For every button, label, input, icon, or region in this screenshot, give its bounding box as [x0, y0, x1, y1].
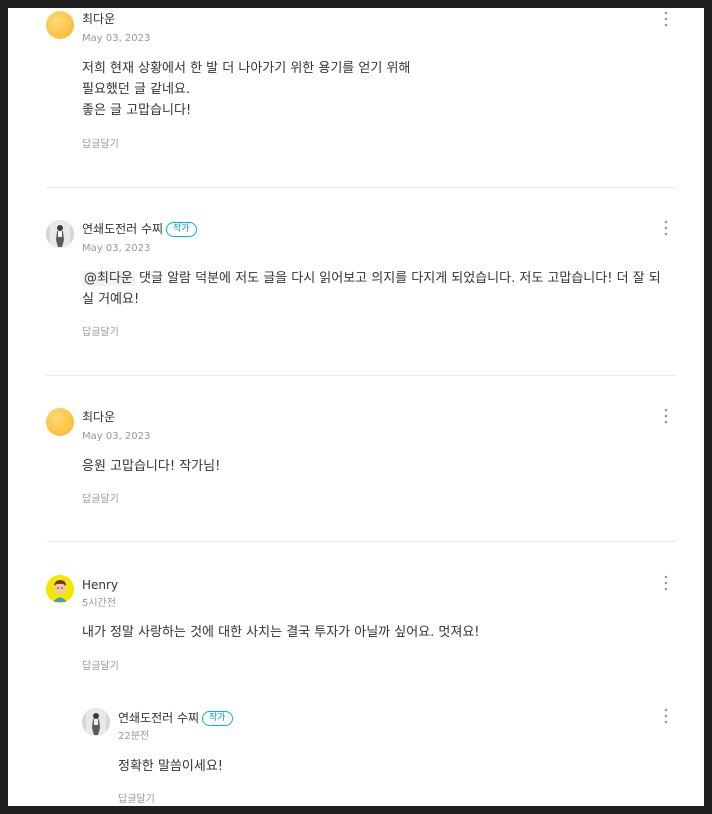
comment-date: May 03, 2023: [82, 33, 151, 44]
comment-text-line: 좋은 글 고맙습니다!: [82, 103, 192, 118]
avatar[interactable]: [82, 708, 110, 736]
comment-text: 내가 정말 사랑하는 것에 대한 사치는 결국 투자가 아닐까 싶어요. 멋져요…: [82, 622, 480, 643]
author-badge: 작가: [202, 711, 233, 726]
comment-text-line: 내가 정말 사랑하는 것에 대한 사치는 결국 투자가 아닐까 싶어요. 멋져요…: [82, 625, 480, 640]
author-badge: 작가: [166, 222, 197, 237]
divider: [46, 541, 676, 542]
author-name[interactable]: 최다운: [82, 12, 115, 26]
comment-text: 응원 고맙습니다! 작가님!: [82, 456, 220, 477]
author-name[interactable]: 연쇄도전러 수찌: [118, 711, 199, 725]
divider: [46, 375, 676, 376]
author-name[interactable]: 최다운: [82, 410, 115, 424]
avatar[interactable]: [46, 408, 74, 436]
comment-text: 정확한 말씀이세요!: [118, 756, 223, 777]
reply-button[interactable]: 답글달기: [82, 327, 119, 339]
avatar[interactable]: [46, 11, 74, 39]
comment-text-line: 정확한 말씀이세요!: [118, 759, 224, 774]
reply-button[interactable]: 답글달기: [82, 139, 119, 151]
comment-list: 최다운 May 03, 2023 저희 현재 상황에서 한 발 더 나아가기 위…: [8, 8, 704, 806]
avatar[interactable]: [46, 575, 74, 603]
comment-text: @최다운 댓글 알람 덕분에 저도 글을 다시 읽어보고 의지를 다지게 되었습…: [82, 268, 661, 310]
person-photo-icon: [46, 220, 74, 248]
comment-text-line: 댓글 알람 덕분에 저도 글을 다시 읽어보고 의지를 다지게 되었습니다. 저…: [139, 271, 661, 286]
more-vertical-icon[interactable]: [661, 707, 671, 725]
reply-button[interactable]: 답글달기: [118, 794, 155, 806]
author-name[interactable]: 연쇄도전러 수찌: [82, 222, 163, 236]
comment-date: May 03, 2023: [82, 431, 151, 442]
avatar[interactable]: [46, 220, 74, 248]
comment-text-line: 응원 고맙습니다! 작가님!: [82, 459, 221, 474]
comment-date: 22분전: [118, 731, 150, 742]
mention-link[interactable]: @최다운: [82, 271, 135, 286]
comment-text-line: 실 거예요!: [82, 292, 140, 307]
person-photo-icon: [82, 708, 110, 736]
comment-text: 저희 현재 상황에서 한 발 더 나아가기 위한 용기를 얻기 위해 필요했던 …: [82, 58, 410, 121]
more-vertical-icon[interactable]: [661, 219, 671, 237]
person-cartoon-icon: [46, 575, 74, 603]
more-vertical-icon[interactable]: [661, 10, 671, 28]
comment-text-line: 저희 현재 상황에서 한 발 더 나아가기 위한 용기를 얻기 위해: [82, 61, 411, 76]
reply-button[interactable]: 답글달기: [82, 494, 119, 506]
more-vertical-icon[interactable]: [661, 407, 671, 425]
comment-date: May 03, 2023: [82, 243, 151, 254]
more-vertical-icon[interactable]: [661, 574, 671, 592]
author-name[interactable]: Henry: [82, 578, 118, 592]
comment-date: 5시간전: [82, 598, 116, 609]
reply-button[interactable]: 답글달기: [82, 661, 119, 673]
comment-text-line: 필요했던 글 같네요.: [82, 82, 191, 97]
divider: [46, 187, 676, 188]
